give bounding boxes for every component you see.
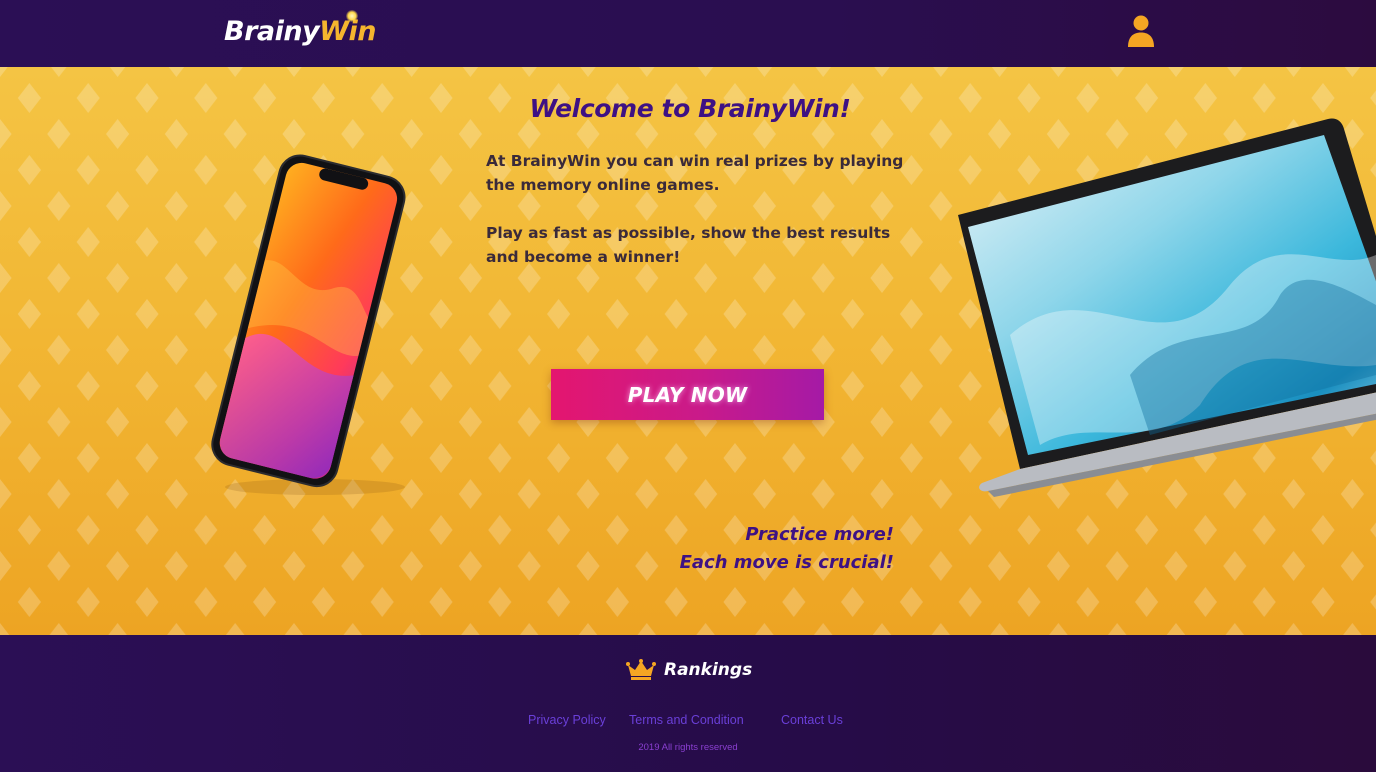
welcome-heading: Welcome to BrainyWin! <box>529 94 851 123</box>
laptop-image <box>958 118 1376 497</box>
smartphone-image <box>211 154 406 495</box>
copyright-text: 2019 All rights reserved <box>638 742 738 753</box>
tagline-practice: Practice more! <box>745 524 894 545</box>
footer-links: Privacy Policy Terms and Condition Conta… <box>0 713 1376 731</box>
play-now-button[interactable]: PLAY NOW <box>551 369 824 420</box>
logo-text-brainy: Brainy <box>224 16 320 47</box>
intro-paragraph: At BrainyWin you can win real prizes by … <box>486 152 904 194</box>
instructions-paragraph: Play as fast as possible, show the best … <box>486 224 891 266</box>
logo-sparkle-icon <box>346 10 358 22</box>
brainywin-logo[interactable]: BrainyWin <box>224 10 376 50</box>
crown-icon <box>626 659 656 680</box>
user-icon <box>1128 15 1154 47</box>
tagline-crucial: Each move is crucial! <box>679 552 894 573</box>
user-account-button[interactable] <box>1126 14 1156 48</box>
contact-us-link[interactable]: Contact Us <box>781 713 843 727</box>
terms-and-condition-link[interactable]: Terms and Condition <box>629 713 744 727</box>
privacy-policy-link[interactable]: Privacy Policy <box>528 713 606 727</box>
rankings-link[interactable]: Rankings <box>626 659 752 681</box>
top-navbar: BrainyWin <box>0 0 1376 67</box>
hero-section: Welcome to BrainyWin! At BrainyWin you c… <box>0 67 1376 635</box>
rankings-label: Rankings <box>664 660 753 680</box>
footer: Rankings Privacy Policy Terms and Condit… <box>0 635 1376 772</box>
